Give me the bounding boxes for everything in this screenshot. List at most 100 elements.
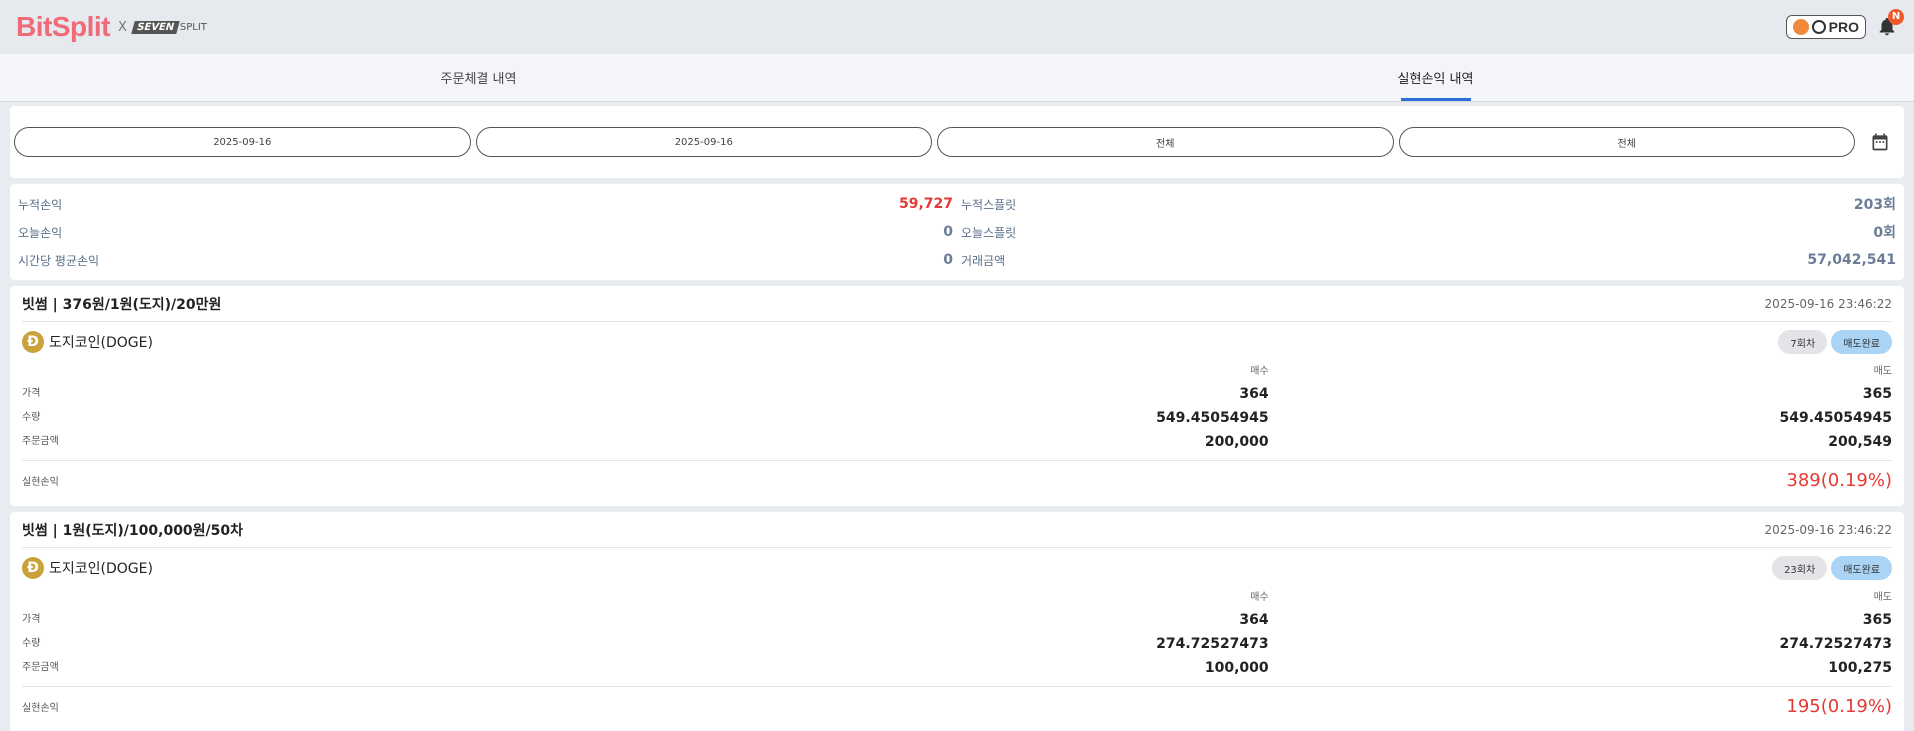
summary-panel: 누적손익 59,727 오늘손익 0 시간당 평균손익 0 누적스플릿 203회… — [10, 184, 1904, 280]
brand-separator: X — [118, 19, 127, 35]
realized-pnl-label: 실현손익 — [22, 477, 59, 488]
trade-title: 빗썸 | 376원/1원(도지)/20만원 — [22, 296, 222, 313]
tiger-icon — [1792, 19, 1809, 35]
today-pnl-label: 오늘손익 — [18, 225, 63, 240]
buy-column-header: 매수 — [1250, 592, 1269, 603]
coin-info: Ð 도지코인(DOGE) — [22, 331, 153, 353]
tab-realized-pnl[interactable]: 실현손익 내역 — [957, 54, 1914, 101]
buy-quantity: 549.45054945 — [1156, 410, 1269, 426]
calendar-button[interactable] — [1860, 127, 1900, 157]
today-split-label: 오늘스플릿 — [961, 225, 1017, 240]
panda-icon — [1811, 20, 1826, 34]
cumulative-split-label: 누적스플릿 — [961, 197, 1017, 212]
price-label: 가격 — [22, 388, 41, 399]
tab-order-history[interactable]: 주문체결 내역 — [0, 54, 957, 101]
notification-button[interactable]: N — [1876, 9, 1904, 39]
trade-header: 빗썸 | 376원/1원(도지)/20만원 2025-09-16 23:46:2… — [22, 286, 1892, 322]
coin-row: Ð 도지코인(DOGE) 7회차 매도완료 — [22, 322, 1892, 362]
buy-price: 364 — [1239, 612, 1269, 628]
sell-order-amount: 100,275 — [1828, 660, 1892, 676]
realized-pnl-row: 실현손익 389(0.19%) — [22, 460, 1892, 500]
buy-order-amount: 200,000 — [1204, 434, 1269, 450]
trade-time: 2025-09-16 23:46:22 — [1764, 296, 1892, 311]
summary-row: 오늘스플릿 0회 — [961, 218, 1896, 246]
trade-amount-label: 거래금액 — [961, 253, 1006, 268]
summary-row: 누적손익 59,727 — [18, 190, 953, 218]
trade-time: 2025-09-16 23:46:22 — [1764, 522, 1892, 537]
notification-badge: N — [1888, 9, 1904, 25]
summary-row: 오늘손익 0 — [18, 218, 953, 246]
coin-name: 도지코인(DOGE) — [49, 335, 153, 351]
tab-label: 실현손익 내역 — [1397, 72, 1474, 87]
trade-card[interactable]: 빗썸 | 1원(도지)/100,000원/50차 2025-09-16 23:4… — [10, 512, 1904, 731]
status-badge: 매도완료 — [1831, 556, 1892, 580]
partner-logo: SEVEN SPLIT — [131, 20, 207, 34]
trade-detail-grid: 매수 매도 가격 364 365 수량 549.45054945 549.450… — [22, 362, 1892, 454]
coin-row: Ð 도지코인(DOGE) 23회차 매도완료 — [22, 548, 1892, 588]
trade-title: 빗썸 | 1원(도지)/100,000원/50차 — [22, 522, 244, 539]
summary-row: 시간당 평균손익 0 — [18, 246, 953, 274]
tab-bar: 주문체결 내역 실현손익 내역 — [0, 54, 1914, 102]
filter-select-1[interactable]: 전체 — [937, 127, 1394, 157]
quantity-label: 수량 — [22, 638, 41, 649]
realized-pnl-label: 실현손익 — [22, 703, 59, 714]
brand[interactable]: BitSplit X SEVEN SPLIT — [16, 11, 207, 43]
sell-price: 365 — [1862, 612, 1892, 628]
summary-right: 누적스플릿 203회 오늘스플릿 0회 거래금액 57,042,541 — [961, 190, 1896, 274]
cumulative-pnl-label: 누적손익 — [18, 197, 63, 212]
buy-column-header: 매수 — [1250, 366, 1269, 377]
filter-select-2[interactable]: 전체 — [1398, 127, 1855, 157]
realized-pnl-value: 389(0.19%) — [1786, 470, 1892, 491]
cumulative-split-value: 203회 — [1853, 197, 1896, 213]
start-date-picker[interactable]: 2025-09-16 — [14, 127, 471, 157]
trade-badges: 7회차 매도완료 — [1778, 330, 1892, 354]
tab-label: 주문체결 내역 — [440, 72, 517, 87]
pro-button[interactable]: PRO — [1785, 15, 1866, 39]
order-amount-label: 주문금액 — [22, 436, 59, 447]
today-pnl-value: 0 — [943, 224, 953, 240]
trade-amount-value: 57,042,541 — [1807, 252, 1896, 268]
today-split-value: 0회 — [1873, 225, 1896, 241]
main-content: 2025-09-16 2025-09-16 전체 전체 누적손익 59,727 … — [0, 102, 1914, 731]
summary-row: 누적스플릿 203회 — [961, 190, 1896, 218]
buy-quantity: 274.72527473 — [1156, 636, 1269, 652]
realized-pnl-value: 195(0.19%) — [1786, 696, 1892, 717]
trade-header: 빗썸 | 1원(도지)/100,000원/50차 2025-09-16 23:4… — [22, 512, 1892, 548]
summary-row: 거래금액 57,042,541 — [961, 246, 1896, 274]
end-date-picker[interactable]: 2025-09-16 — [475, 127, 932, 157]
sell-quantity: 274.72527473 — [1779, 636, 1892, 652]
grid-spacer — [22, 588, 645, 608]
partner-split: SPLIT — [179, 21, 207, 33]
sell-column-header: 매도 — [1873, 366, 1892, 377]
quantity-label: 수량 — [22, 412, 41, 423]
top-right-actions: PRO N — [1785, 9, 1904, 39]
top-bar: BitSplit X SEVEN SPLIT PRO N — [0, 0, 1914, 54]
realized-pnl-row: 실현손익 195(0.19%) — [22, 686, 1892, 726]
cumulative-pnl-value: 59,727 — [898, 196, 953, 212]
sell-order-amount: 200,549 — [1828, 434, 1892, 450]
coin-info: Ð 도지코인(DOGE) — [22, 557, 153, 579]
round-badge: 23회차 — [1772, 556, 1828, 580]
sell-column-header: 매도 — [1873, 592, 1892, 603]
trade-card[interactable]: 빗썸 | 376원/1원(도지)/20만원 2025-09-16 23:46:2… — [10, 286, 1904, 506]
summary-left: 누적손익 59,727 오늘손익 0 시간당 평균손익 0 — [18, 190, 953, 274]
active-tab-indicator — [1400, 98, 1471, 101]
calendar-icon — [1872, 133, 1888, 151]
buy-price: 364 — [1239, 386, 1269, 402]
sell-quantity: 549.45054945 — [1779, 410, 1892, 426]
sell-price: 365 — [1862, 386, 1892, 402]
brand-logo: BitSplit — [16, 11, 111, 42]
hourly-avg-pnl-value: 0 — [943, 252, 953, 268]
trade-detail-grid: 매수 매도 가격 364 365 수량 274.72527473 274.725… — [22, 588, 1892, 680]
price-label: 가격 — [22, 614, 41, 625]
filter-bar: 2025-09-16 2025-09-16 전체 전체 — [10, 106, 1904, 178]
hourly-avg-pnl-label: 시간당 평균손익 — [18, 253, 100, 268]
partner-seven: SEVEN — [131, 20, 180, 34]
round-badge: 7회차 — [1778, 330, 1828, 354]
pro-label: PRO — [1828, 19, 1859, 35]
status-badge: 매도완료 — [1831, 330, 1892, 354]
doge-icon: Ð — [22, 557, 44, 579]
grid-spacer — [22, 362, 645, 382]
order-amount-label: 주문금액 — [22, 662, 59, 673]
buy-order-amount: 100,000 — [1204, 660, 1269, 676]
